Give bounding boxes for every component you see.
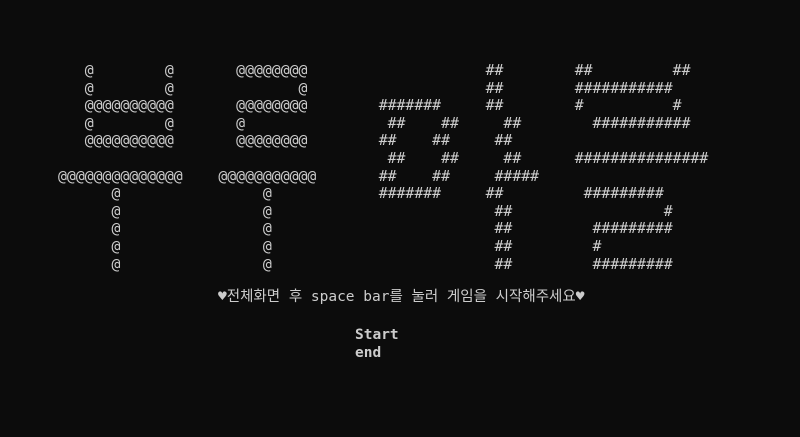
title-art-line: @ @ ## # <box>58 202 673 220</box>
title-art-line: @ @ ## ######### <box>58 220 673 238</box>
title-art-line: ## ## ## ############### <box>58 149 709 167</box>
menu-end-option[interactable]: end <box>355 344 399 362</box>
menu-start-option[interactable]: Start <box>355 326 399 344</box>
title-ascii-art: @ @ @@@@@@@@ ## ## ## @ @ @ ## #########… <box>58 62 708 273</box>
main-menu: Start end <box>355 326 399 362</box>
title-art-line: @@@@@@@@@@ @@@@@@@@ ## ## ## <box>58 132 513 150</box>
title-art-line: @ @ ## ######### <box>58 255 673 273</box>
title-art-line: @@@@@@@@@@ @@@@@@@@ ####### ## # # <box>58 97 682 115</box>
title-art-line: @ @ @ ## ## ## ########### <box>58 114 691 132</box>
title-art-line: @ @ @@@@@@@@ ## ## ## <box>58 62 691 79</box>
console-window: @ @ @@@@@@@@ ## ## ## @ @ @ ## #########… <box>0 0 800 437</box>
instruction-text: ♥전체화면 후 space bar를 눌러 게임을 시작해주세요♥ <box>218 289 585 305</box>
title-art-line: @ @ @ ## ########### <box>58 79 673 97</box>
title-art-line: @ @ ####### ## ######### <box>58 185 664 203</box>
title-art-line: @@@@@@@@@@@@@@ @@@@@@@@@@@ ## ## ##### <box>58 167 540 185</box>
title-art-line: @ @ ## # <box>58 237 602 255</box>
